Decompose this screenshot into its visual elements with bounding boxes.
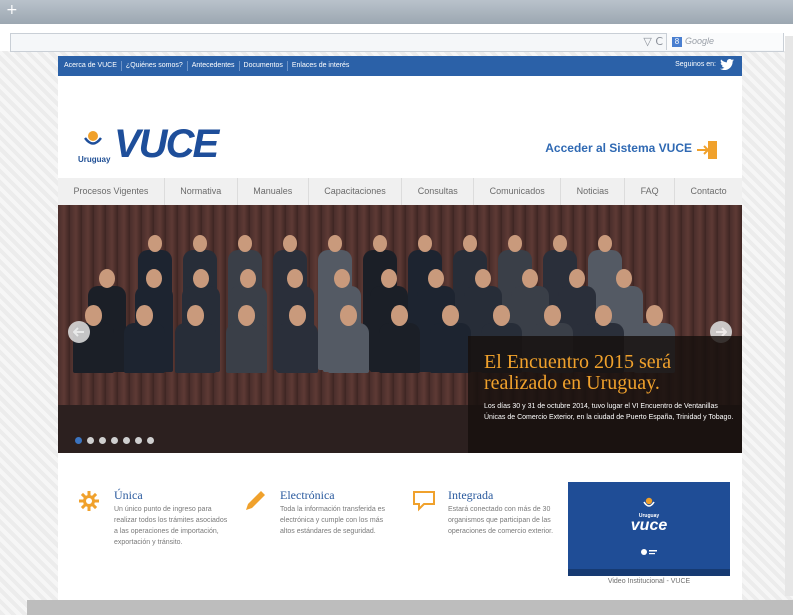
slider-dot[interactable]: [123, 437, 130, 444]
video-caption: Video Institucional - VUCE: [607, 578, 691, 585]
top-link-background[interactable]: Antecedentes: [188, 61, 240, 71]
top-link-documents[interactable]: Documentos: [240, 61, 288, 71]
slider-dot[interactable]: [147, 437, 154, 444]
site-header: Uruguay VUCE Acceder al Sistema VUCE: [58, 76, 742, 173]
status-bar: [27, 600, 793, 615]
login-icon[interactable]: [696, 140, 720, 160]
feature-text: Un único punto de ingreso para realizar …: [114, 506, 228, 546]
uruguay-sun-logo-icon[interactable]: [84, 129, 102, 149]
access-system-link[interactable]: Acceder al Sistema VUCE: [545, 141, 692, 155]
nav-noticias[interactable]: Noticias: [561, 178, 626, 205]
browser-tab-bar: +: [0, 0, 793, 24]
vuce-logo[interactable]: VUCE: [114, 122, 219, 167]
nav-manuales[interactable]: Manuales: [238, 178, 309, 205]
video-player[interactable]: Uruguay vuce: [568, 482, 730, 576]
slider-dot[interactable]: [111, 437, 118, 444]
nav-capacitaciones[interactable]: Capacitaciones: [309, 178, 403, 205]
nav-faq[interactable]: FAQ: [625, 178, 676, 205]
nav-normativa[interactable]: Normativa: [165, 178, 238, 205]
video-logo-text: vuce: [630, 517, 668, 534]
logo-country: Uruguay: [78, 155, 111, 164]
slider-dot[interactable]: [99, 437, 106, 444]
search-engine-label: Google: [685, 36, 715, 46]
nav-procesos-vigentes[interactable]: Procesos Vigentes: [58, 178, 165, 205]
hero-title[interactable]: El Encuentro 2015 será realizado en Urug…: [484, 352, 734, 394]
hero-caption: El Encuentro 2015 será realizado en Urug…: [468, 336, 742, 453]
video-controls[interactable]: [568, 569, 730, 576]
scrollbar[interactable]: [785, 36, 793, 596]
vuce-page: Acerca de VUCE ¿Quiénes somos? Anteceden…: [58, 56, 742, 600]
nav-comunicados[interactable]: Comunicados: [474, 178, 562, 205]
nav-consultas[interactable]: Consultas: [402, 178, 475, 205]
top-nav-links: Acerca de VUCE ¿Quiénes somos? Anteceden…: [60, 56, 353, 76]
gear-icon: [79, 491, 99, 511]
speech-bubble-icon: [413, 491, 435, 512]
search-input[interactable]: 8 Google: [666, 33, 783, 50]
feature-text: Estará conectado con más de 30 organismo…: [448, 506, 554, 535]
reload-icon[interactable]: ▽ C: [643, 35, 663, 48]
twitter-icon[interactable]: [720, 59, 734, 70]
follow-us: Seguinos en:: [675, 59, 734, 70]
follow-label: Seguinos en:: [675, 61, 716, 68]
top-link-links[interactable]: Enlaces de interés: [288, 61, 354, 71]
new-tab-button[interactable]: +: [6, 2, 18, 18]
video-logo-icon: [643, 497, 655, 507]
arrow-left-icon: [73, 327, 84, 337]
pencil-icon: [246, 491, 265, 510]
feature-text: Toda la información transferida es elect…: [280, 506, 386, 535]
nav-contacto[interactable]: Contacto: [675, 178, 742, 205]
features-section: Única Un único punto de ingreso para rea…: [58, 463, 742, 600]
browser-window: + ▽ C 8 Google Acerca de VUCE ¿Quiénes so…: [0, 0, 793, 615]
search-engine-icon[interactable]: 8: [672, 36, 682, 47]
top-nav: Acerca de VUCE ¿Quiénes somos? Anteceden…: [58, 56, 742, 76]
feature-title: Integrada: [448, 488, 494, 502]
top-link-about[interactable]: Acerca de VUCE: [60, 61, 122, 71]
slider-dot[interactable]: [135, 437, 142, 444]
hero-text: Los días 30 y 31 de octubre 2014, tuvo l…: [484, 403, 734, 421]
slider-dots: [75, 437, 159, 444]
feature-title: Única: [114, 488, 143, 502]
slider-dot[interactable]: [87, 437, 94, 444]
address-bar[interactable]: ▽ C 8 Google: [10, 33, 784, 52]
slider-dot[interactable]: [75, 437, 82, 444]
main-nav: Procesos Vigentes Normativa Manuales Cap…: [58, 178, 742, 205]
feature-title: Electrónica: [280, 488, 335, 502]
slider-prev-button[interactable]: [68, 321, 90, 343]
video-small-logo-icon: [641, 549, 657, 555]
top-link-who[interactable]: ¿Quiénes somos?: [122, 61, 188, 71]
